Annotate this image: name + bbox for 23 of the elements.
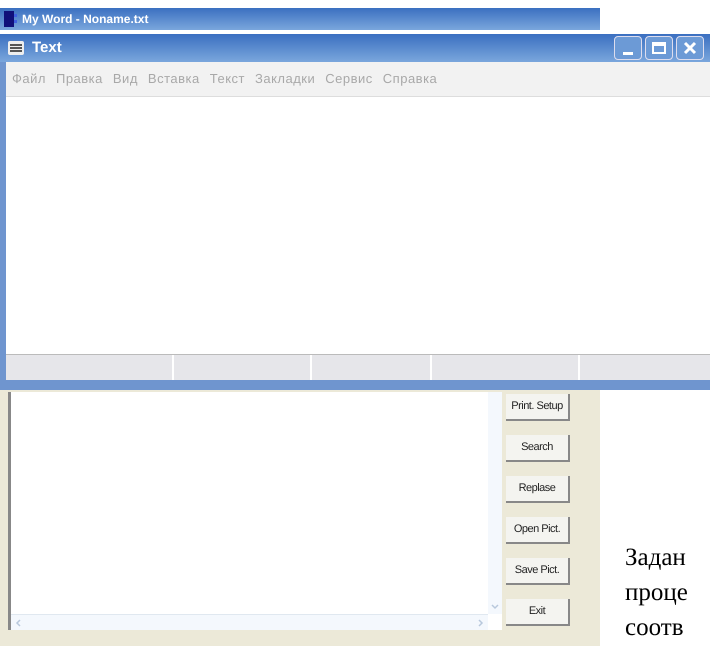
action-button[interactable]: Save Pict.: [506, 558, 570, 585]
maximize-button[interactable]: [645, 36, 673, 60]
maximize-icon: [652, 42, 666, 54]
vertical-scrollbar[interactable]: [488, 392, 502, 614]
document-text: Задан: [625, 543, 687, 573]
minimize-button[interactable]: [614, 36, 642, 60]
window-title: Text: [32, 38, 63, 58]
close-icon: [683, 41, 697, 55]
minimize-icon: [623, 52, 633, 55]
horizontal-scrollbar[interactable]: [11, 614, 488, 630]
window-title: My Word - Noname.txt: [22, 11, 148, 28]
action-button[interactable]: Exit: [506, 599, 570, 626]
action-button[interactable]: Replase: [506, 476, 570, 503]
document-text: проце: [625, 578, 688, 608]
document-text: соотв: [625, 613, 684, 643]
action-button[interactable]: Open Pict.: [506, 517, 570, 544]
menu-icon: [8, 41, 24, 55]
close-button[interactable]: [676, 36, 704, 60]
text-area[interactable]: [6, 96, 710, 354]
app-icon: [4, 11, 18, 27]
action-button[interactable]: Search: [506, 435, 570, 462]
memo-field[interactable]: [8, 392, 502, 630]
action-button[interactable]: Print. Setup: [506, 394, 570, 421]
